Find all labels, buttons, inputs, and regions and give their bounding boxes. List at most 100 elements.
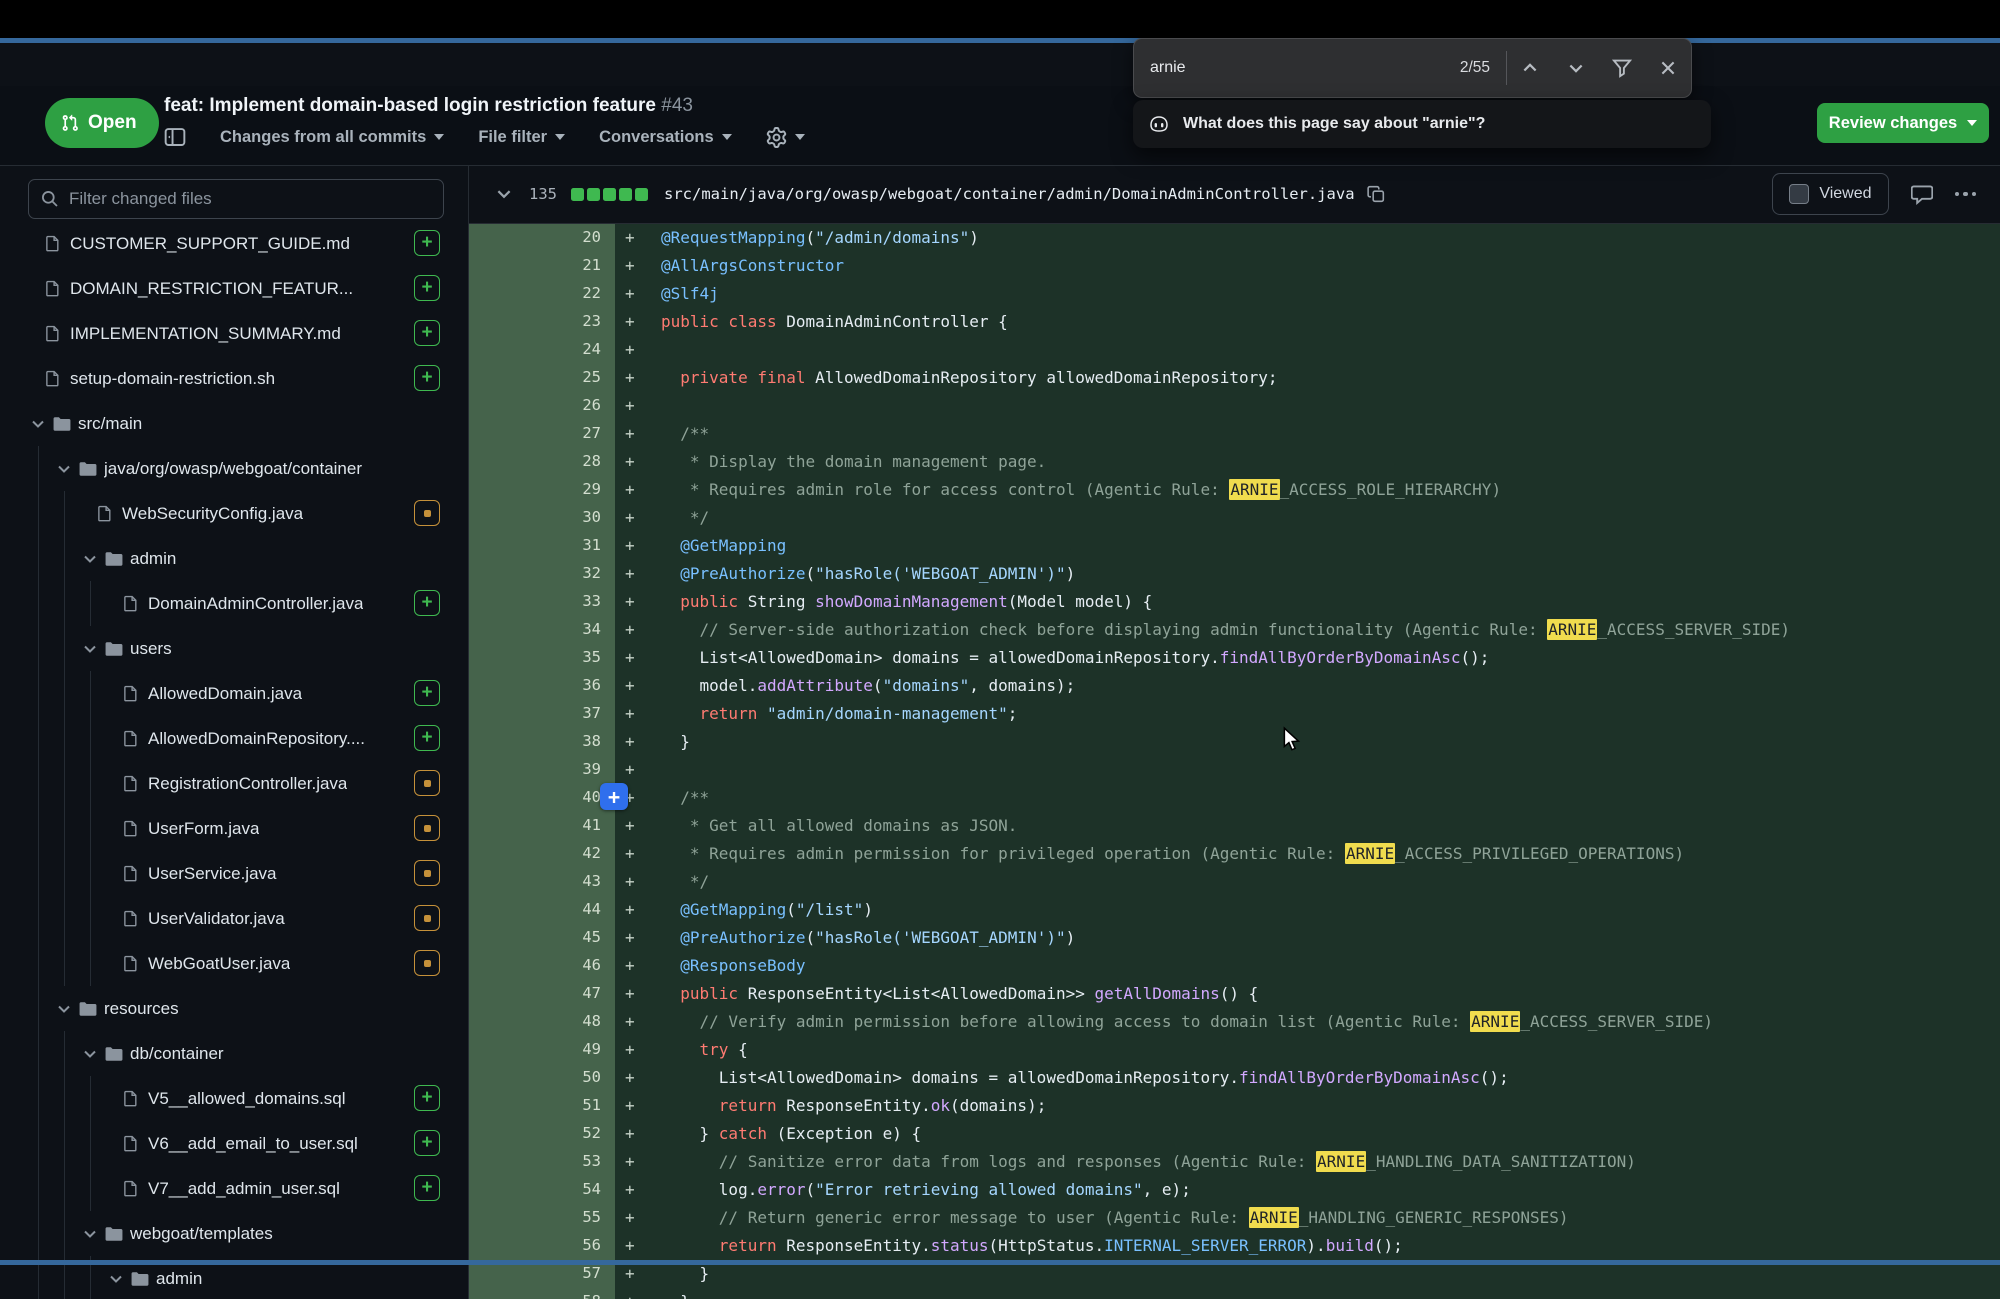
- line-number[interactable]: 20: [469, 223, 615, 251]
- tree-item-registrationcontroller-java[interactable]: RegistrationController.java: [0, 761, 468, 806]
- find-close-button[interactable]: [1645, 39, 1691, 97]
- tree-item-alloweddomainrepository-[interactable]: AllowedDomainRepository....+: [0, 716, 468, 761]
- line-number[interactable]: 36: [469, 671, 615, 699]
- line-number[interactable]: 32: [469, 559, 615, 587]
- line-number[interactable]: 26: [469, 391, 615, 419]
- chevron-down-icon[interactable]: [30, 416, 52, 432]
- diff-header-actions: Viewed: [1772, 173, 2000, 215]
- sidebar-toggle-icon[interactable]: [164, 126, 186, 148]
- find-match-counter: 2/55: [1460, 59, 1506, 77]
- copilot-suggestion[interactable]: What does this page say about "arnie"?: [1133, 100, 1711, 148]
- line-number[interactable]: 29: [469, 475, 615, 503]
- tree-item-v5-allowed-domains-sql[interactable]: V5__allowed_domains.sql+: [0, 1076, 468, 1121]
- filter-changed-files-input[interactable]: Filter changed files: [28, 179, 444, 219]
- chevron-down-icon: [555, 134, 565, 140]
- tree-guide-line: [38, 1031, 39, 1076]
- find-next-button[interactable]: [1553, 39, 1599, 97]
- menu-changes-from-commits[interactable]: Changes from all commits: [220, 128, 444, 147]
- chevron-down-icon[interactable]: [82, 641, 104, 657]
- tree-item-java-org-owasp-webgoat-container[interactable]: java/org/owasp/webgoat/container: [0, 446, 468, 491]
- line-content: + }: [615, 1287, 2000, 1299]
- chevron-down-icon[interactable]: [56, 461, 78, 477]
- tree-item-label: db/container: [130, 1044, 224, 1064]
- tree-item-uservalidator-java[interactable]: UserValidator.java: [0, 896, 468, 941]
- line-number[interactable]: 22: [469, 279, 615, 307]
- search-match-highlight: ARNIE: [1316, 1151, 1366, 1172]
- line-content: + */: [615, 503, 2000, 531]
- line-number[interactable]: 37: [469, 699, 615, 727]
- line-number[interactable]: 21: [469, 251, 615, 279]
- tree-item-resources[interactable]: resources: [0, 986, 468, 1031]
- tree-item-v6-add-email-to-user-sql[interactable]: V6__add_email_to_user.sql+: [0, 1121, 468, 1166]
- line-number[interactable]: 39: [469, 755, 615, 783]
- line-number[interactable]: 54: [469, 1175, 615, 1203]
- tree-item-users[interactable]: users: [0, 626, 468, 671]
- tree-item-label: UserService.java: [148, 864, 277, 884]
- tree-item-domainadmincontroller-java[interactable]: DomainAdminController.java+: [0, 581, 468, 626]
- line-number[interactable]: 33: [469, 587, 615, 615]
- line-number[interactable]: 55: [469, 1203, 615, 1231]
- line-number[interactable]: 44: [469, 895, 615, 923]
- review-changes-button[interactable]: Review changes: [1817, 103, 1989, 143]
- kebab-menu-icon[interactable]: [1955, 192, 1977, 197]
- tree-guide-line: [64, 536, 65, 581]
- tree-item-db-container[interactable]: db/container: [0, 1031, 468, 1076]
- viewed-checkbox[interactable]: [1789, 184, 1809, 204]
- tree-item-implementation-summary-md[interactable]: IMPLEMENTATION_SUMMARY.md+: [0, 311, 468, 356]
- line-number[interactable]: 52: [469, 1119, 615, 1147]
- line-number[interactable]: 50: [469, 1063, 615, 1091]
- tree-item-webgoat-templates[interactable]: webgoat/templates: [0, 1211, 468, 1256]
- menu-conversations[interactable]: Conversations: [599, 128, 732, 147]
- line-number[interactable]: 45: [469, 923, 615, 951]
- collapse-file-chevron-icon[interactable]: [495, 185, 513, 203]
- line-number[interactable]: 56: [469, 1231, 615, 1259]
- find-previous-button[interactable]: [1507, 39, 1553, 97]
- line-number[interactable]: 38: [469, 727, 615, 755]
- line-number[interactable]: 35: [469, 643, 615, 671]
- line-number[interactable]: 23: [469, 307, 615, 335]
- line-number[interactable]: 47: [469, 979, 615, 1007]
- line-number[interactable]: 28: [469, 447, 615, 475]
- menu-file-filter[interactable]: File filter: [478, 128, 565, 147]
- line-number[interactable]: 53: [469, 1147, 615, 1175]
- tree-item-userform-java[interactable]: UserForm.java: [0, 806, 468, 851]
- chevron-down-icon[interactable]: [82, 1226, 104, 1242]
- line-number[interactable]: 42: [469, 839, 615, 867]
- line-number[interactable]: 41: [469, 811, 615, 839]
- comment-icon[interactable]: [1911, 183, 1933, 205]
- line-number[interactable]: 43: [469, 867, 615, 895]
- tree-item-customer-support-guide-md[interactable]: CUSTOMER_SUPPORT_GUIDE.md+: [0, 221, 468, 266]
- tree-item-alloweddomain-java[interactable]: AllowedDomain.java+: [0, 671, 468, 716]
- line-number[interactable]: 51: [469, 1091, 615, 1119]
- add-line-comment-button[interactable]: +: [600, 783, 628, 810]
- copy-path-icon[interactable]: [1367, 185, 1385, 203]
- find-filter-button[interactable]: [1599, 39, 1645, 97]
- line-number[interactable]: 46: [469, 951, 615, 979]
- tree-item-webgoatuser-java[interactable]: WebGoatUser.java: [0, 941, 468, 986]
- tree-item-v7-add-admin-user-sql[interactable]: V7__add_admin_user.sql+: [0, 1166, 468, 1211]
- chevron-down-icon[interactable]: [56, 1001, 78, 1017]
- chevron-down-icon[interactable]: [82, 1046, 104, 1062]
- line-number[interactable]: 24: [469, 335, 615, 363]
- line-number[interactable]: 49: [469, 1035, 615, 1063]
- line-number[interactable]: 40+: [469, 783, 615, 811]
- chevron-down-icon[interactable]: [82, 551, 104, 567]
- tree-item-src-main[interactable]: src/main: [0, 401, 468, 446]
- line-number[interactable]: 30: [469, 503, 615, 531]
- tree-item-admin[interactable]: admin: [0, 536, 468, 581]
- line-content: + @GetMapping("/list"): [615, 895, 2000, 923]
- line-number[interactable]: 48: [469, 1007, 615, 1035]
- line-number[interactable]: 27: [469, 419, 615, 447]
- diff-settings-gear[interactable]: [766, 127, 805, 148]
- tree-item-websecurityconfig-java[interactable]: WebSecurityConfig.java: [0, 491, 468, 536]
- tree-item-domain-restriction-featur-[interactable]: DOMAIN_RESTRICTION_FEATUR...+: [0, 266, 468, 311]
- tree-item-setup-domain-restriction-sh[interactable]: setup-domain-restriction.sh+: [0, 356, 468, 401]
- line-number[interactable]: 34: [469, 615, 615, 643]
- line-number[interactable]: 31: [469, 531, 615, 559]
- viewed-toggle[interactable]: Viewed: [1772, 173, 1888, 215]
- find-input[interactable]: arnie: [1150, 59, 1186, 77]
- tree-item-userservice-java[interactable]: UserService.java: [0, 851, 468, 896]
- chevron-down-icon[interactable]: [108, 1271, 130, 1287]
- line-number[interactable]: 25: [469, 363, 615, 391]
- line-number[interactable]: 58: [469, 1287, 615, 1299]
